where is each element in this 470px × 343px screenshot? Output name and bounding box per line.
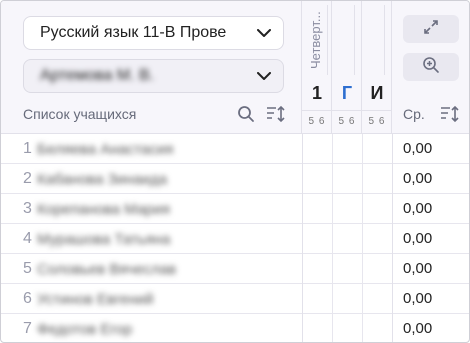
average-value: 0,00 (392, 134, 469, 164)
grade-cell[interactable] (332, 284, 362, 314)
grade-column-3[interactable]: И 5 6 (362, 1, 392, 134)
student-name[interactable]: Устинов Евгений (37, 291, 154, 308)
zoom-in-icon (422, 56, 440, 79)
teacher-select-value: Артемова М. В. (40, 67, 155, 84)
average-value: 0,00 (392, 164, 469, 194)
student-name[interactable]: Кабанова Зинаида (37, 171, 167, 188)
grade-cell[interactable] (332, 194, 362, 224)
average-value: 0,00 (392, 224, 469, 254)
grade-cell[interactable] (362, 224, 392, 254)
student-number: 1 (23, 140, 32, 157)
sort-icon[interactable] (440, 105, 460, 123)
expand-icon (423, 19, 439, 40)
divider (302, 134, 303, 342)
grade-cell[interactable] (332, 314, 362, 342)
header-left: Русский язык 11-В Прове Артемова М. В. С… (1, 1, 302, 134)
column-letter-3: И (370, 83, 384, 103)
student-number: 4 (23, 230, 32, 247)
column-sub-1: 5 6 (302, 110, 332, 134)
table-row[interactable]: 2 Кабанова Зинаида 0,00 (1, 164, 469, 194)
chevron-down-icon (257, 26, 271, 40)
grade-cell[interactable] (302, 224, 332, 254)
student-number: 5 (23, 260, 32, 277)
average-value: 0,00 (392, 284, 469, 314)
student-number: 2 (23, 170, 32, 187)
student-name[interactable]: Мурашова Татьяна (37, 231, 170, 248)
grade-cell[interactable] (362, 164, 392, 194)
class-select[interactable]: Русский язык 11-В Прове (23, 16, 284, 50)
student-number: 3 (23, 200, 32, 217)
class-select-value: Русский язык 11-В Прове (40, 24, 227, 41)
grade-cell[interactable] (302, 194, 332, 224)
gradebook-panel: Русский язык 11-В Прове Артемова М. В. С… (0, 0, 470, 343)
grade-cell[interactable] (332, 164, 362, 194)
column-divider (354, 5, 355, 75)
table-row[interactable]: 6 Устинов Евгений 0,00 (1, 284, 469, 314)
grade-cell[interactable] (302, 284, 332, 314)
table-row[interactable]: 4 Мурашова Татьяна 0,00 (1, 224, 469, 254)
teacher-select[interactable]: Артемова М. В. (23, 59, 284, 93)
student-name[interactable]: Федотов Егор (37, 321, 132, 338)
average-label: Ср. (403, 106, 425, 122)
grade-cell[interactable] (362, 194, 392, 224)
expand-button[interactable] (403, 15, 459, 43)
grade-column-1[interactable]: Четверт... 1 5 6 (302, 1, 332, 134)
grade-cell[interactable] (332, 224, 362, 254)
zoom-button[interactable] (403, 53, 459, 81)
search-icon[interactable] (237, 105, 255, 123)
table-row[interactable]: 1 Беляева Анастасия 0,00 (1, 134, 469, 164)
average-value: 0,00 (392, 194, 469, 224)
column-sub-3: 5 6 (362, 110, 392, 134)
sort-icon[interactable] (266, 105, 286, 123)
student-name[interactable]: Беляева Анастасия (37, 141, 173, 158)
grade-cell[interactable] (302, 164, 332, 194)
student-list-title: Список учащихся (23, 106, 137, 122)
period-column-header: Четверт... (306, 5, 328, 75)
grade-column-2[interactable]: Г 5 6 (332, 1, 362, 134)
grade-cell[interactable] (362, 314, 392, 342)
grade-cell[interactable] (302, 254, 332, 284)
student-number: 7 (23, 320, 32, 337)
table-row[interactable]: 7 Федотов Егор 0,00 (1, 314, 469, 342)
grade-cell[interactable] (362, 284, 392, 314)
table-row[interactable]: 5 Соловьев Вячеслав 0,00 (1, 254, 469, 284)
grade-cell[interactable] (362, 254, 392, 284)
column-sub-2: 5 6 (332, 110, 362, 134)
grade-cell[interactable] (332, 134, 362, 164)
column-divider (384, 5, 385, 75)
grade-cell[interactable] (332, 254, 362, 284)
average-value: 0,00 (392, 314, 469, 342)
student-number: 6 (23, 290, 32, 307)
grade-cell[interactable] (302, 314, 332, 342)
column-letter-2: Г (341, 83, 353, 103)
chevron-down-icon (257, 69, 271, 83)
period-label: Четверт... (308, 11, 323, 69)
grade-cell[interactable] (362, 134, 392, 164)
student-name[interactable]: Соловьев Вячеслав (37, 261, 176, 278)
column-letter-1: 1 (311, 83, 322, 103)
grade-cell[interactable] (302, 134, 332, 164)
student-name[interactable]: Корепанова Мария (37, 201, 170, 218)
average-value: 0,00 (392, 254, 469, 284)
table-row[interactable]: 3 Корепанова Мария 0,00 (1, 194, 469, 224)
